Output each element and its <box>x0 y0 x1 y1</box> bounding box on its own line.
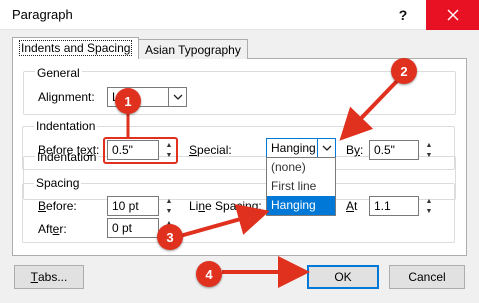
special-select[interactable]: Hanging <box>266 138 336 158</box>
spin-up-icon[interactable]: ▲ <box>161 196 177 206</box>
alignment-label: Alignment: <box>38 90 95 104</box>
tabs-button[interactable]: Tabs... <box>14 265 84 289</box>
ok-button[interactable]: OK <box>307 265 379 289</box>
spin-up-icon[interactable]: ▲ <box>421 140 437 150</box>
close-button[interactable] <box>426 0 479 30</box>
dropdown-option-hanging[interactable]: Hanging <box>267 196 335 215</box>
highlight-box <box>103 137 178 164</box>
spin-down-icon[interactable]: ▼ <box>161 206 177 216</box>
by-spinner[interactable]: ▲ ▼ <box>421 140 437 160</box>
close-icon <box>447 9 458 21</box>
special-label: Special: <box>189 143 232 157</box>
tab-indents-and-spacing[interactable]: Indents and Spacing <box>12 37 140 59</box>
chevron-down-icon <box>317 139 335 157</box>
tab-label: Indents and Spacing <box>19 40 133 56</box>
special-dropdown-list: (none) First line Hanging <box>266 157 336 216</box>
spacing-group-title: Spacing <box>34 176 82 190</box>
title-bar: Paragraph ? <box>0 0 479 30</box>
spacing-after-input[interactable]: 0 pt <box>107 218 159 238</box>
spacing-before-input[interactable]: 10 pt <box>107 196 159 216</box>
ok-label: OK <box>334 270 352 284</box>
tab-asian-typography[interactable]: Asian Typography <box>138 39 248 59</box>
special-value: Hanging <box>271 141 316 155</box>
callout-1: 1 <box>115 88 141 114</box>
indentation-title: Indentation <box>34 119 98 133</box>
window-title: Paragraph <box>12 7 73 22</box>
callout-2: 2 <box>391 58 417 84</box>
spacing-after-label: After: <box>38 222 67 236</box>
dropdown-option-first-line[interactable]: First line <box>267 177 335 196</box>
at-label: At <box>346 199 358 213</box>
help-button[interactable]: ? <box>380 0 426 30</box>
callout-4: 4 <box>196 261 222 287</box>
line-spacing-label: Line Spacing: <box>189 199 262 213</box>
tab-label: Asian Typography <box>145 43 241 57</box>
by-input[interactable]: 0.5" <box>369 140 419 160</box>
by-label: By: <box>346 143 364 157</box>
spin-down-icon[interactable]: ▼ <box>421 150 437 160</box>
cancel-label: Cancel <box>408 270 446 284</box>
cancel-button[interactable]: Cancel <box>389 265 465 289</box>
at-input[interactable]: 1.1 <box>369 196 419 216</box>
spin-up-icon[interactable]: ▲ <box>421 196 437 206</box>
help-icon: ? <box>398 7 408 23</box>
general-group-title: General <box>35 66 82 80</box>
spacing-before-label: Before: <box>38 199 77 213</box>
before-text-label: Before text: <box>38 143 100 157</box>
chevron-down-icon <box>168 88 186 106</box>
spin-down-icon[interactable]: ▼ <box>421 206 437 216</box>
callout-3: 3 <box>157 224 183 250</box>
at-spinner[interactable]: ▲ ▼ <box>421 196 437 216</box>
dropdown-option-none[interactable]: (none) <box>267 158 335 177</box>
spacing-before-spinner[interactable]: ▲ ▼ <box>161 196 177 216</box>
